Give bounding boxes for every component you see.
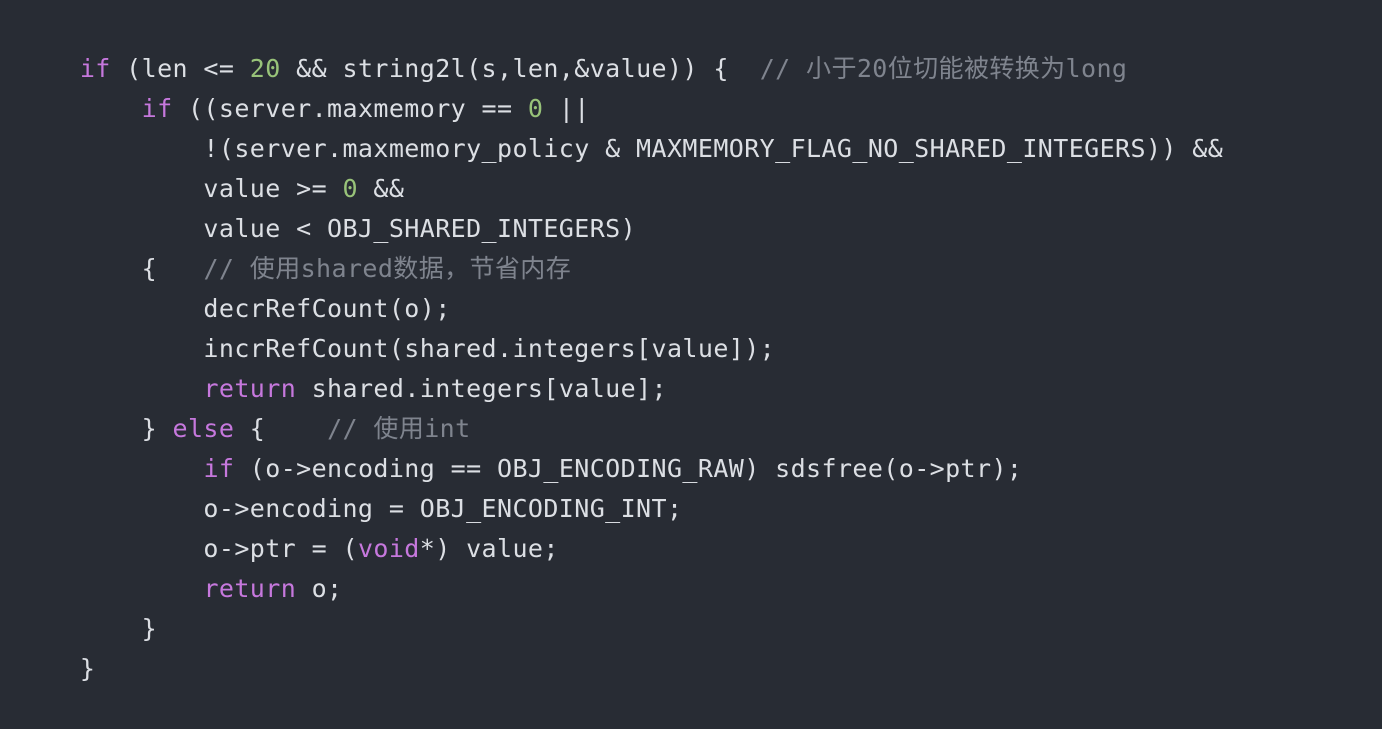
code-token: incrRefCount(shared.integers[value]); <box>79 334 776 363</box>
code-token: o; <box>296 574 343 603</box>
keyword-token: if <box>203 454 235 483</box>
code-token: { <box>79 254 204 283</box>
code-token: o->ptr = ( <box>79 534 358 563</box>
code-token: decrRefCount(o); <box>79 294 451 323</box>
code-line: if (len <= 20 && string2l(s,len,&value))… <box>18 9 1382 83</box>
comment-token: // 使用int <box>327 414 471 443</box>
comment-token: // 小于20位切能被转换为long <box>759 54 1128 83</box>
code-token: value >= <box>79 174 343 203</box>
keyword-token: else <box>172 414 235 443</box>
code-token: *) value; <box>419 534 559 563</box>
keyword-token: return <box>203 374 297 403</box>
code-token: (o->encoding == OBJ_ENCODING_RAW) sdsfre… <box>234 454 1023 483</box>
code-token: { <box>234 414 328 443</box>
code-token: && <box>357 174 405 203</box>
number-token: 0 <box>342 174 358 203</box>
code-token: } <box>79 614 158 643</box>
code-token: (len <= <box>110 54 250 83</box>
code-line: } <box>18 609 1382 683</box>
code-token: } <box>79 654 96 683</box>
code-token: ((server.maxmemory == <box>172 94 528 123</box>
code-token: && string2l(s,len,&value)) { <box>280 54 760 83</box>
code-token: !(server.maxmemory_policy & MAXMEMORY_FL… <box>79 134 1224 163</box>
code-token: } <box>79 414 173 443</box>
keyword-token: void <box>357 534 420 563</box>
code-token: o->encoding = OBJ_ENCODING_INT; <box>79 494 683 523</box>
keyword-token: return <box>203 574 297 603</box>
code-editor[interactable]: if (len <= 20 && string2l(s,len,&value))… <box>0 0 1382 683</box>
keyword-token: if <box>79 54 111 83</box>
code-token: value < OBJ_SHARED_INTEGERS) <box>79 214 637 243</box>
number-token: 20 <box>249 54 281 83</box>
keyword-token: if <box>141 94 173 123</box>
comment-token: // 使用shared数据，节省内存 <box>203 254 572 283</box>
code-token: || <box>543 94 590 123</box>
number-token: 0 <box>527 94 544 123</box>
code-token: shared.integers[value]; <box>296 374 667 403</box>
